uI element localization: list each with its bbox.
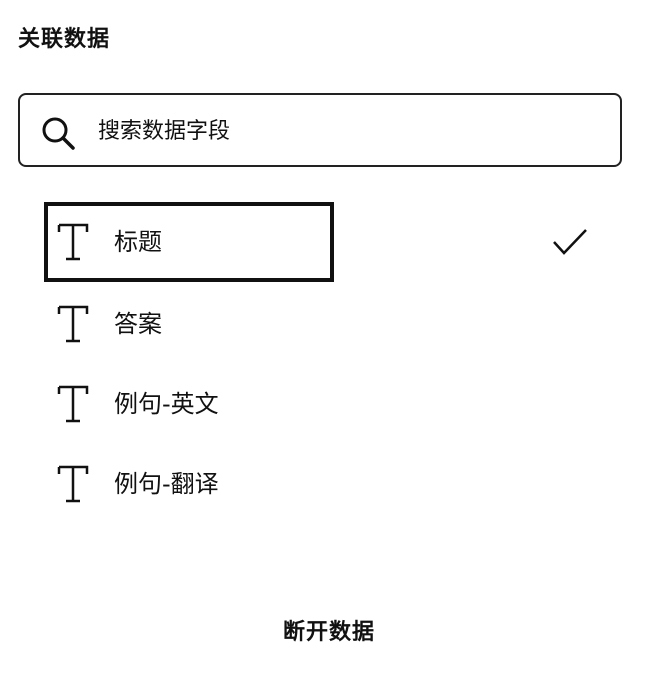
- field-item-example-english[interactable]: 例句-英文: [44, 364, 604, 444]
- field-item-title[interactable]: 标题: [44, 202, 604, 282]
- text-type-icon: [57, 465, 89, 503]
- panel-title: 关联数据: [18, 27, 111, 52]
- field-label: 标题: [114, 228, 162, 256]
- search-icon: [42, 117, 75, 150]
- field-item-answer[interactable]: 答案: [44, 284, 604, 364]
- field-item-example-translation[interactable]: 例句-翻译: [44, 444, 604, 524]
- field-label: 答案: [114, 310, 162, 338]
- check-icon: [553, 229, 587, 255]
- disconnect-data-button[interactable]: 断开数据: [229, 606, 429, 654]
- text-type-icon: [57, 223, 89, 261]
- search-box[interactable]: [18, 93, 622, 167]
- field-label: 例句-英文: [114, 390, 219, 418]
- search-input[interactable]: [98, 113, 598, 149]
- text-type-icon: [57, 305, 89, 343]
- text-type-icon: [57, 385, 89, 423]
- field-label: 例句-翻译: [114, 470, 219, 498]
